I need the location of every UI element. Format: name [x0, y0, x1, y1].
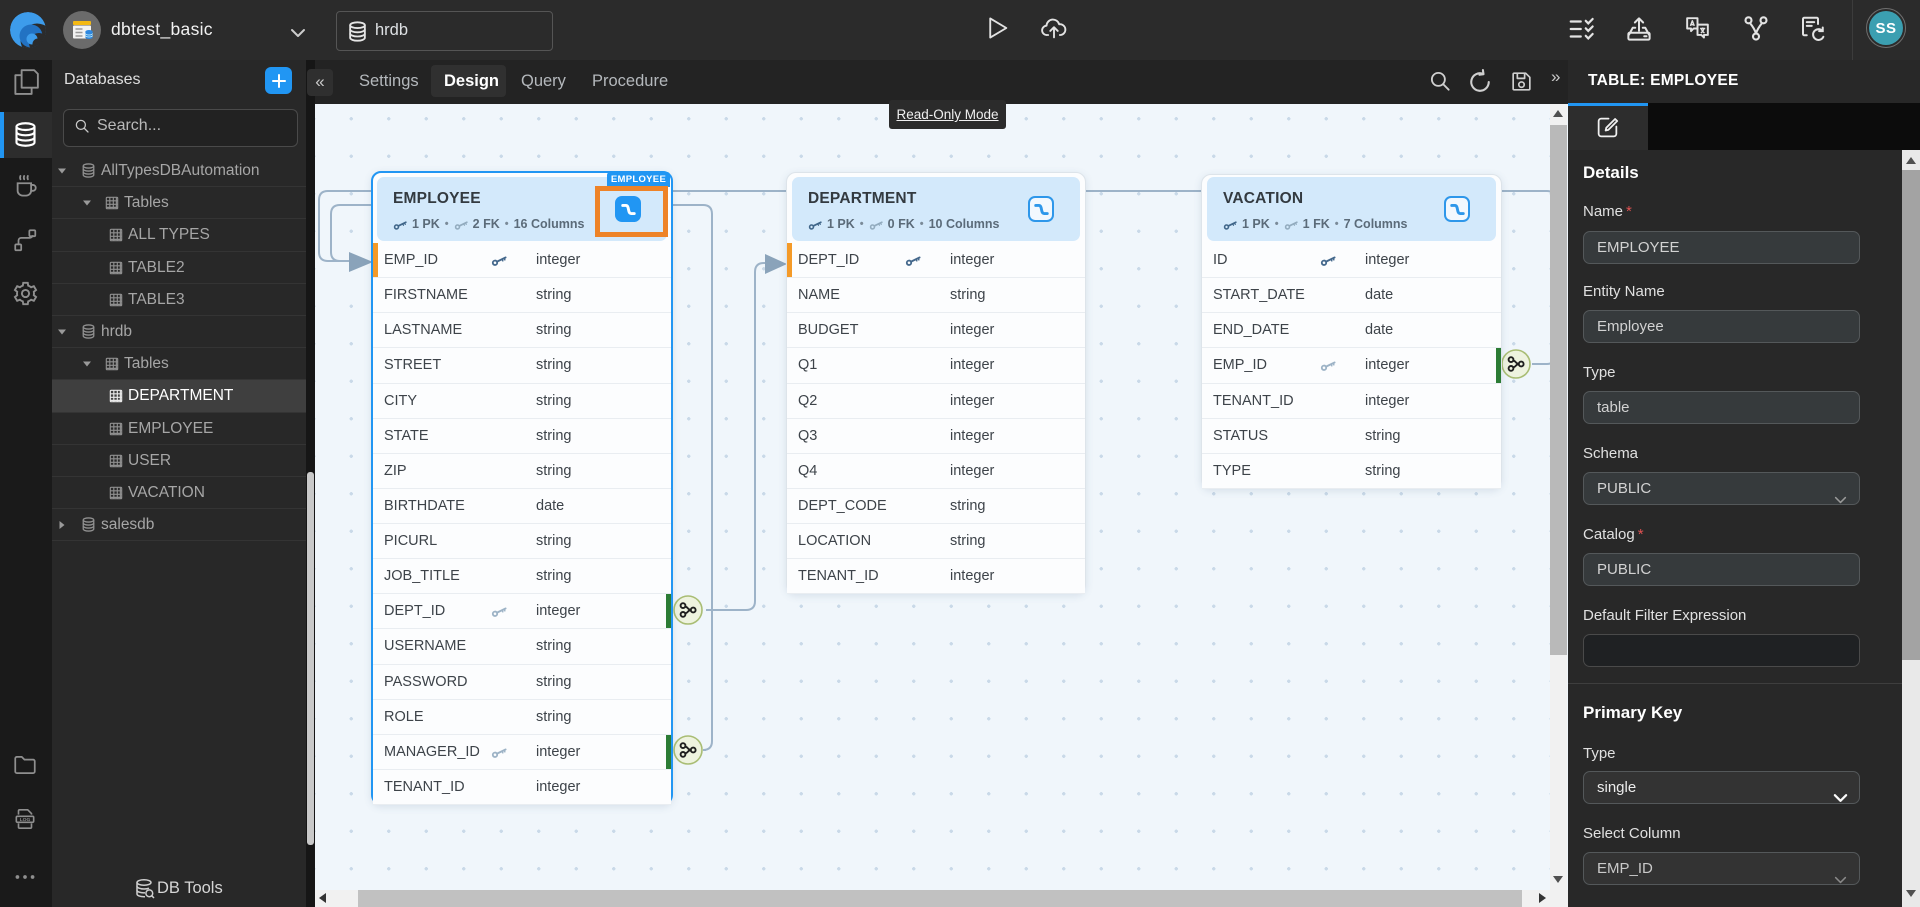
svg-text:LOG: LOG	[20, 817, 31, 823]
